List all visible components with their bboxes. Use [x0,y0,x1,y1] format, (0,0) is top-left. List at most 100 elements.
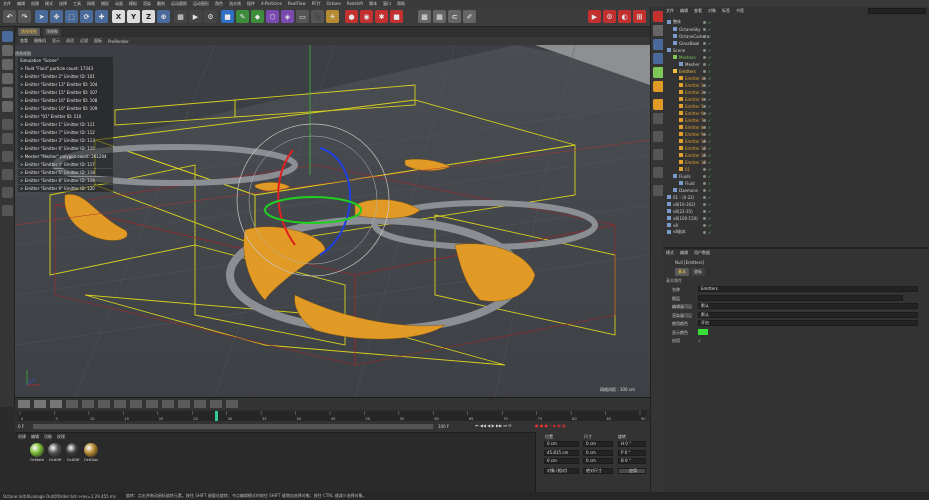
enabled-check-icon[interactable]: ✓ [708,104,712,109]
viewport-menu-item[interactable]: 查看 [20,38,28,44]
axis-z-button[interactable]: Z [142,10,155,23]
object-row[interactable]: v8 [667,222,678,228]
object-menu-item[interactable]: 标签 [722,8,730,14]
enabled-check-icon[interactable]: ✓ [708,97,712,102]
object-row[interactable]: Fluids [673,173,691,179]
object-row[interactable]: Emitters [673,68,696,74]
visibility-dot-icon[interactable] [703,55,706,59]
enabled-check-icon[interactable]: ✓ [708,125,712,130]
enabled-check-icon[interactable]: ✓ [708,41,712,46]
attribute-menu-item[interactable]: 编辑 [680,250,688,256]
enabled-check-icon[interactable]: ✓ [708,90,712,95]
keyframe-tool-icon[interactable] [162,400,174,408]
object-row[interactable]: Fluid [679,180,695,186]
menu-item[interactable]: 帮助 [397,1,405,7]
viewport-menu-item[interactable]: 面板 [94,38,102,44]
coord-system-icon[interactable]: ⊕ [157,10,170,23]
object-menu-item[interactable]: 书签 [736,8,744,14]
menu-item[interactable]: RealFlow [288,1,306,6]
object-row[interactable]: GlassBowl [673,40,699,46]
keyframe-tool-icon[interactable] [194,400,206,408]
menu-item[interactable]: RF|Y [312,1,321,6]
object-row[interactable]: v8(100-150) [667,215,698,221]
menu-item[interactable]: 文件 [3,1,11,7]
enabled-check-icon[interactable]: ✓ [708,83,712,88]
visibility-dot-icon[interactable] [703,188,706,192]
object-menu-item[interactable]: 文件 [666,8,674,14]
visibility-dot-icon[interactable] [703,230,706,234]
tab-perspective[interactable]: 透视视图 [18,28,40,36]
visibility-dot-icon[interactable] [703,20,706,24]
attribute-value-field[interactable]: 默认 [698,311,918,318]
current-frame[interactable]: 0 F [18,424,24,429]
rotation-field[interactable]: B 0 ° [618,458,646,464]
timeline[interactable]: 0 5 10 15 20 25 30 35 40 45 50 55 60 65 70 75 80 85 90 [15,397,650,421]
visibility-dot-icon[interactable] [703,167,706,171]
enabled-check-icon[interactable]: ✓ [708,132,712,137]
brush-icon[interactable]: ✐ [463,10,476,23]
axis-y-button[interactable]: Y [127,10,140,23]
octane-tools-icon[interactable]: ⊞ [633,10,646,23]
axis-x-button[interactable]: X [112,10,125,23]
attribute-value-field[interactable]: 开启 [698,320,918,326]
object-row[interactable]: v8副本 [667,229,686,235]
viewport-menu-item[interactable]: 摄像机 [34,38,46,44]
position-field[interactable]: 0 cm [544,441,579,447]
object-row[interactable]: Emitter 9 [679,131,704,137]
enabled-check-icon[interactable]: ✓ [708,111,712,116]
keyframe-tool-icon[interactable] [130,400,142,408]
object-row[interactable]: Emitter 7 [679,117,704,123]
keyframe-tool-icon[interactable] [18,400,30,408]
move-icon[interactable]: ✥ [50,10,63,23]
visibility-dot-icon[interactable] [703,69,706,73]
object-menu-item[interactable]: 编辑 [680,8,688,14]
attribute-value-field[interactable]: Emitters [698,286,918,292]
xp-stop-icon[interactable]: ■ [390,10,403,23]
keyframe-tool-icon[interactable] [210,400,222,408]
enabled-check-icon[interactable]: ✓ [708,139,712,144]
object-row[interactable]: 01 [679,166,690,172]
keyframe-tool-icon[interactable] [50,400,62,408]
viewport-menu-item[interactable]: 显示 [52,38,60,44]
enabled-check-icon[interactable]: ✓ [708,174,712,179]
keyframe-tool-icon[interactable] [146,400,158,408]
tab-top[interactable]: 顶视图 [43,28,61,36]
undo-icon[interactable]: ↶ [3,10,16,23]
render-settings-icon[interactable]: ⚙ [204,10,217,23]
menu-item[interactable]: 选择 [59,1,67,7]
octane-material-icon[interactable]: ◐ [618,10,631,23]
recent-tools-icon[interactable]: ✚ [95,10,108,23]
cube-icon[interactable]: ■ [221,10,234,23]
material-swatch[interactable]: OctDiff [47,442,63,468]
keyframe-tool-icon[interactable] [226,400,238,408]
menu-item[interactable]: Redshift [347,1,363,6]
material-swatch[interactable]: OctGlos [83,442,99,468]
menu-item[interactable]: 窗口 [383,1,391,7]
visibility-dot-icon[interactable] [703,27,706,31]
menu-item[interactable]: X-Particles [261,1,282,6]
octane-live-icon[interactable]: ▶ [588,10,601,23]
keyframe-tool-icon[interactable] [66,400,78,408]
visibility-dot-icon[interactable] [703,76,706,80]
visibility-dot-icon[interactable] [703,83,706,87]
visibility-dot-icon[interactable] [703,48,706,52]
visibility-dot-icon[interactable] [703,90,706,94]
keyframe-tool-icon[interactable] [178,400,190,408]
enabled-check-icon[interactable]: ✓ [708,153,712,158]
enabled-check-icon[interactable]: ✓ [708,146,712,151]
keyframe-tool-icon[interactable] [114,400,126,408]
enabled-check-icon[interactable]: ✓ [708,181,712,186]
enabled-check-icon[interactable]: ✓ [708,195,712,200]
enabled-check-icon[interactable]: ✓ [708,167,712,172]
floor-icon[interactable]: ▭ [296,10,309,23]
enabled-check-icon[interactable]: ✓ [708,27,712,32]
points-mode-icon[interactable] [2,73,13,84]
object-row[interactable]: Emitter 2 [679,82,704,88]
xp-system-icon[interactable]: ◉ [360,10,373,23]
playhead[interactable] [215,411,218,421]
menu-item[interactable]: 插件 [247,1,255,7]
size-mode-select[interactable]: 绝对尺寸 [583,468,613,474]
enabled-check-icon[interactable]: ✓ [708,62,712,67]
size-field[interactable]: 0 cm [583,449,613,456]
material-swatch[interactable]: OctDiff [65,442,81,468]
